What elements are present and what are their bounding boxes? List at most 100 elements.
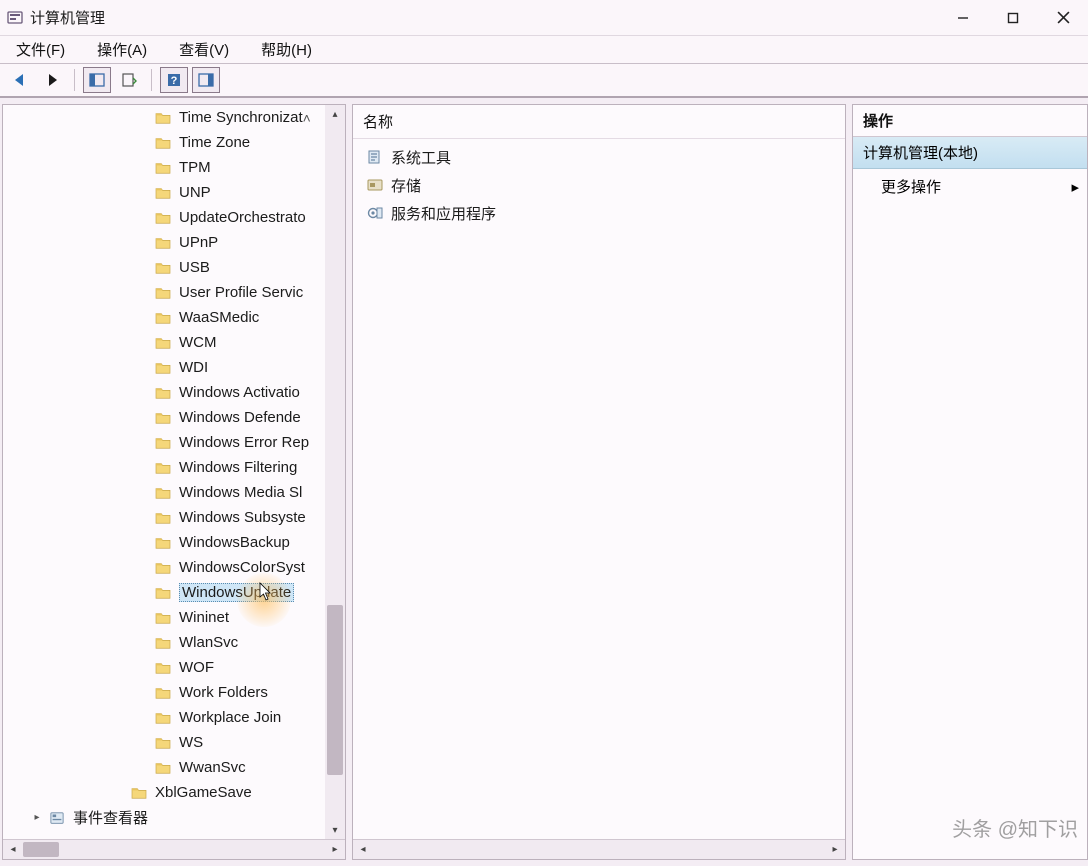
tree-item-label: Windows Filtering <box>179 459 297 476</box>
expand-icon[interactable]: ▸ <box>31 812 43 823</box>
more-actions-item[interactable]: 更多操作 ▸ <box>853 169 1087 204</box>
actions-header: 操作 <box>853 105 1087 137</box>
tree-item-label: UPnP <box>179 234 218 251</box>
list-item[interactable]: 存储 <box>359 171 839 199</box>
list-item-label: 服务和应用程序 <box>391 203 496 224</box>
tree-item-label: WCM <box>179 334 217 351</box>
tree-vertical-scrollbar[interactable]: ▴ ▾ <box>325 105 345 839</box>
chevron-right-icon: ▸ <box>1071 178 1079 196</box>
list-item[interactable]: 服务和应用程序 <box>359 199 839 227</box>
tree-item[interactable]: UPnP <box>3 230 345 255</box>
tree-item-label: Windows Error Rep <box>179 434 309 451</box>
body: Time Synchronizat ˄Time ZoneTPMUNPUpdate… <box>0 98 1088 866</box>
scroll-right-icon[interactable]: ▸ <box>825 840 845 859</box>
tree[interactable]: Time Synchronizat ˄Time ZoneTPMUNPUpdate… <box>3 105 345 839</box>
folder-icon <box>153 584 173 602</box>
tree-item-label: Windows Defende <box>179 409 301 426</box>
tree-item[interactable]: Windows Activatio <box>3 380 345 405</box>
folder-icon <box>153 734 173 752</box>
tree-item[interactable]: UpdateOrchestrato <box>3 205 345 230</box>
show-hide-action-pane-button[interactable] <box>192 67 220 93</box>
tree-item[interactable]: UNP <box>3 180 345 205</box>
tree-item-label: TPM <box>179 159 211 176</box>
tree-item-label: WindowsUpdate <box>179 583 294 602</box>
tree-item[interactable]: WwanSvc <box>3 755 345 780</box>
tree-item[interactable]: Workplace Join <box>3 705 345 730</box>
scroll-right-icon[interactable]: ▸ <box>325 840 345 859</box>
nav-forward-button[interactable] <box>38 67 66 93</box>
tree-item[interactable]: Windows Defende <box>3 405 345 430</box>
tree-item-label: Windows Activatio <box>179 384 300 401</box>
tree-item[interactable]: Work Folders <box>3 680 345 705</box>
folder-icon <box>153 759 173 777</box>
tree-item[interactable]: WindowsColorSyst <box>3 555 345 580</box>
folder-icon <box>153 259 173 277</box>
export-list-button[interactable] <box>115 67 143 93</box>
tree-item[interactable]: Windows Filtering <box>3 455 345 480</box>
actions-section-title[interactable]: 计算机管理(本地) <box>853 137 1087 169</box>
folder-icon <box>153 309 173 327</box>
tree-item[interactable]: XblGameSave <box>3 780 345 805</box>
help-button[interactable]: ? <box>160 67 188 93</box>
scroll-left-icon[interactable]: ◂ <box>3 840 23 859</box>
scroll-down-icon[interactable]: ▾ <box>325 821 345 839</box>
scroll-thumb[interactable] <box>327 605 343 775</box>
tree-item[interactable]: USB <box>3 255 345 280</box>
menu-help[interactable]: 帮助(H) <box>251 37 322 62</box>
tree-item-label: Time Synchronizat <box>179 109 303 126</box>
tree-item[interactable]: WOF <box>3 655 345 680</box>
list: 系统工具存储服务和应用程序 <box>353 139 845 839</box>
window-title: 计算机管理 <box>30 7 105 28</box>
folder-icon <box>153 184 173 202</box>
tree-item-label: XblGameSave <box>155 784 252 801</box>
tree-item[interactable]: WaaSMedic <box>3 305 345 330</box>
services-icon <box>365 204 385 222</box>
folder-icon <box>153 134 173 152</box>
minimize-button[interactable] <box>938 0 988 35</box>
scroll-up-hint-icon: ˄ <box>303 110 311 126</box>
app-icon <box>6 9 24 27</box>
tree-item[interactable]: Time Zone <box>3 130 345 155</box>
folder-icon <box>153 559 173 577</box>
tree-item[interactable]: WlanSvc <box>3 630 345 655</box>
close-button[interactable] <box>1038 0 1088 35</box>
list-horizontal-scrollbar[interactable]: ◂ ▸ <box>353 839 845 859</box>
tree-item[interactable]: WindowsBackup <box>3 530 345 555</box>
tree-item-label: USB <box>179 259 210 276</box>
scroll-up-icon[interactable]: ▴ <box>325 105 345 123</box>
tree-item[interactable]: WindowsUpdate <box>3 580 345 605</box>
hscroll-thumb[interactable] <box>23 842 59 857</box>
menu-action[interactable]: 操作(A) <box>87 37 157 62</box>
tree-item[interactable]: WDI <box>3 355 345 380</box>
tree-item-label: 事件查看器 <box>73 807 148 828</box>
folder-icon <box>153 384 173 402</box>
storage-icon <box>365 176 385 194</box>
tree-item[interactable]: WS <box>3 730 345 755</box>
folder-icon <box>153 334 173 352</box>
list-item-label: 存储 <box>391 175 421 196</box>
scroll-left-icon[interactable]: ◂ <box>353 840 373 859</box>
tree-item[interactable]: Windows Error Rep <box>3 430 345 455</box>
tree-item[interactable]: Time Synchronizat ˄ <box>3 105 345 130</box>
tree-item[interactable]: Windows Subsyste <box>3 505 345 530</box>
folder-icon <box>153 359 173 377</box>
tree-item[interactable]: Wininet <box>3 605 345 630</box>
folder-icon <box>153 609 173 627</box>
folder-icon <box>153 634 173 652</box>
nav-back-button[interactable] <box>6 67 34 93</box>
tree-item[interactable]: Windows Media Sl <box>3 480 345 505</box>
menu-file[interactable]: 文件(F) <box>6 37 75 62</box>
tree-item[interactable]: User Profile Servic <box>3 280 345 305</box>
tree-item-event-viewer[interactable]: ▸ 事件查看器 <box>3 805 345 830</box>
tree-item[interactable]: WCM <box>3 330 345 355</box>
column-header-name[interactable]: 名称 <box>353 105 845 139</box>
list-item[interactable]: 系统工具 <box>359 143 839 171</box>
tree-item[interactable]: TPM <box>3 155 345 180</box>
folder-icon <box>153 709 173 727</box>
show-hide-tree-button[interactable] <box>83 67 111 93</box>
actions-section-label: 计算机管理(本地) <box>863 145 978 162</box>
list-item-label: 系统工具 <box>391 147 451 168</box>
maximize-button[interactable] <box>988 0 1038 35</box>
tree-horizontal-scrollbar[interactable]: ◂ ▸ <box>3 839 345 859</box>
menu-view[interactable]: 查看(V) <box>169 37 239 62</box>
